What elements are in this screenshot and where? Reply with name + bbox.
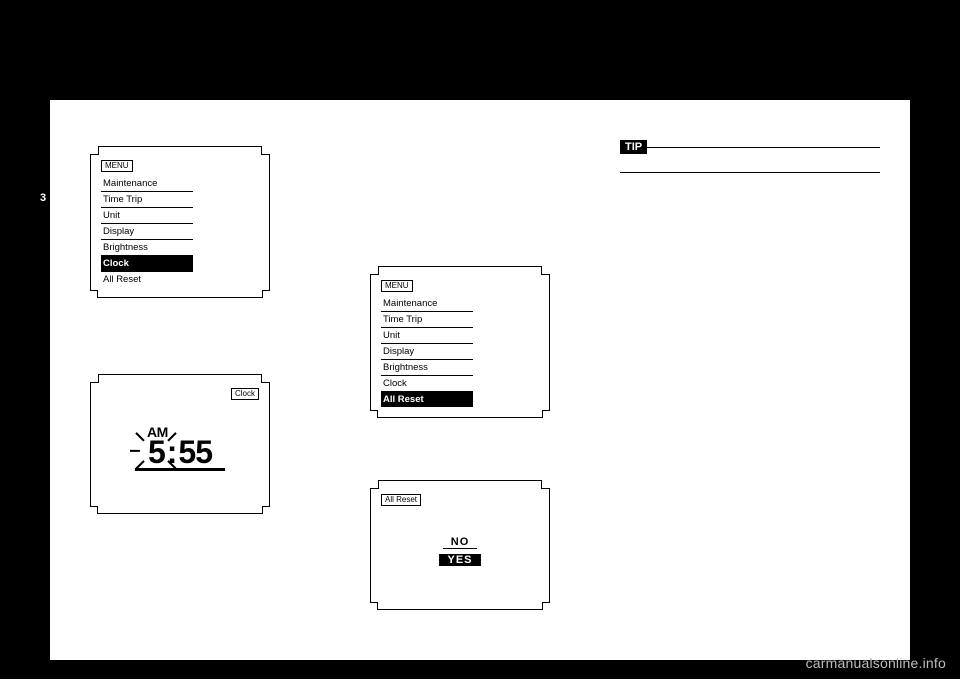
- menu-item-brightness[interactable]: Brightness: [101, 240, 193, 256]
- screen-title: All Reset: [381, 494, 421, 506]
- menu-item-unit[interactable]: Unit: [101, 208, 193, 224]
- menu-list: Maintenance Time Trip Unit Display Brigh…: [101, 176, 193, 287]
- screen-title: Clock: [231, 388, 259, 400]
- menu-item-clock[interactable]: Clock: [101, 256, 193, 272]
- tip-label: TIP: [620, 140, 647, 154]
- column-2: MENU Maintenance Time Trip Unit Display …: [370, 140, 630, 630]
- tip-header: TIP: [620, 140, 880, 154]
- column-1: MENU Maintenance Time Trip Unit Display …: [90, 140, 350, 534]
- menu-item-maintenance[interactable]: Maintenance: [101, 176, 193, 192]
- menu-list: Maintenance Time Trip Unit Display Brigh…: [381, 296, 473, 407]
- menu-item-all-reset[interactable]: All Reset: [101, 272, 193, 287]
- menu-item-display[interactable]: Display: [101, 224, 193, 240]
- menu-item-display[interactable]: Display: [381, 344, 473, 360]
- menu-item-unit[interactable]: Unit: [381, 328, 473, 344]
- menu-item-maintenance[interactable]: Maintenance: [381, 296, 473, 312]
- menu-item-clock[interactable]: Clock: [381, 376, 473, 392]
- lcd-screen-menu-allreset: MENU Maintenance Time Trip Unit Display …: [370, 266, 550, 418]
- clock-face: AM 5 :55: [101, 404, 259, 497]
- lcd-screen-all-reset-confirm: All Reset NO YES: [370, 480, 550, 610]
- chapter-tab: 3: [36, 188, 50, 208]
- menu-item-all-reset[interactable]: All Reset: [381, 392, 473, 407]
- column-3: TIP: [620, 140, 880, 173]
- lcd-screen-clock-set: Clock AM 5: [90, 374, 270, 514]
- clock-hour-value: 5: [148, 434, 165, 470]
- reset-options: NO YES: [381, 510, 539, 594]
- reset-option-yes[interactable]: YES: [439, 554, 480, 566]
- clock-hour-flashing[interactable]: 5: [148, 438, 165, 466]
- clock-colon: :: [165, 434, 179, 470]
- reset-option-no[interactable]: NO: [443, 536, 478, 549]
- watermark: carmanualsonline.info: [806, 655, 946, 671]
- menu-item-brightness[interactable]: Brightness: [381, 360, 473, 376]
- menu-item-time-trip[interactable]: Time Trip: [101, 192, 193, 208]
- manual-page: 3 MENU Maintenance Time Trip Unit Displa…: [50, 100, 910, 660]
- menu-item-time-trip[interactable]: Time Trip: [381, 312, 473, 328]
- screen-title: MENU: [101, 160, 133, 172]
- tip-rule: [647, 147, 880, 148]
- clock-minute-value: 55: [178, 434, 212, 470]
- lcd-screen-menu-clock: MENU Maintenance Time Trip Unit Display …: [90, 146, 270, 298]
- clock-digits: 5 :55: [101, 438, 259, 466]
- tip-bottom-rule: [620, 172, 880, 173]
- screen-title: MENU: [381, 280, 413, 292]
